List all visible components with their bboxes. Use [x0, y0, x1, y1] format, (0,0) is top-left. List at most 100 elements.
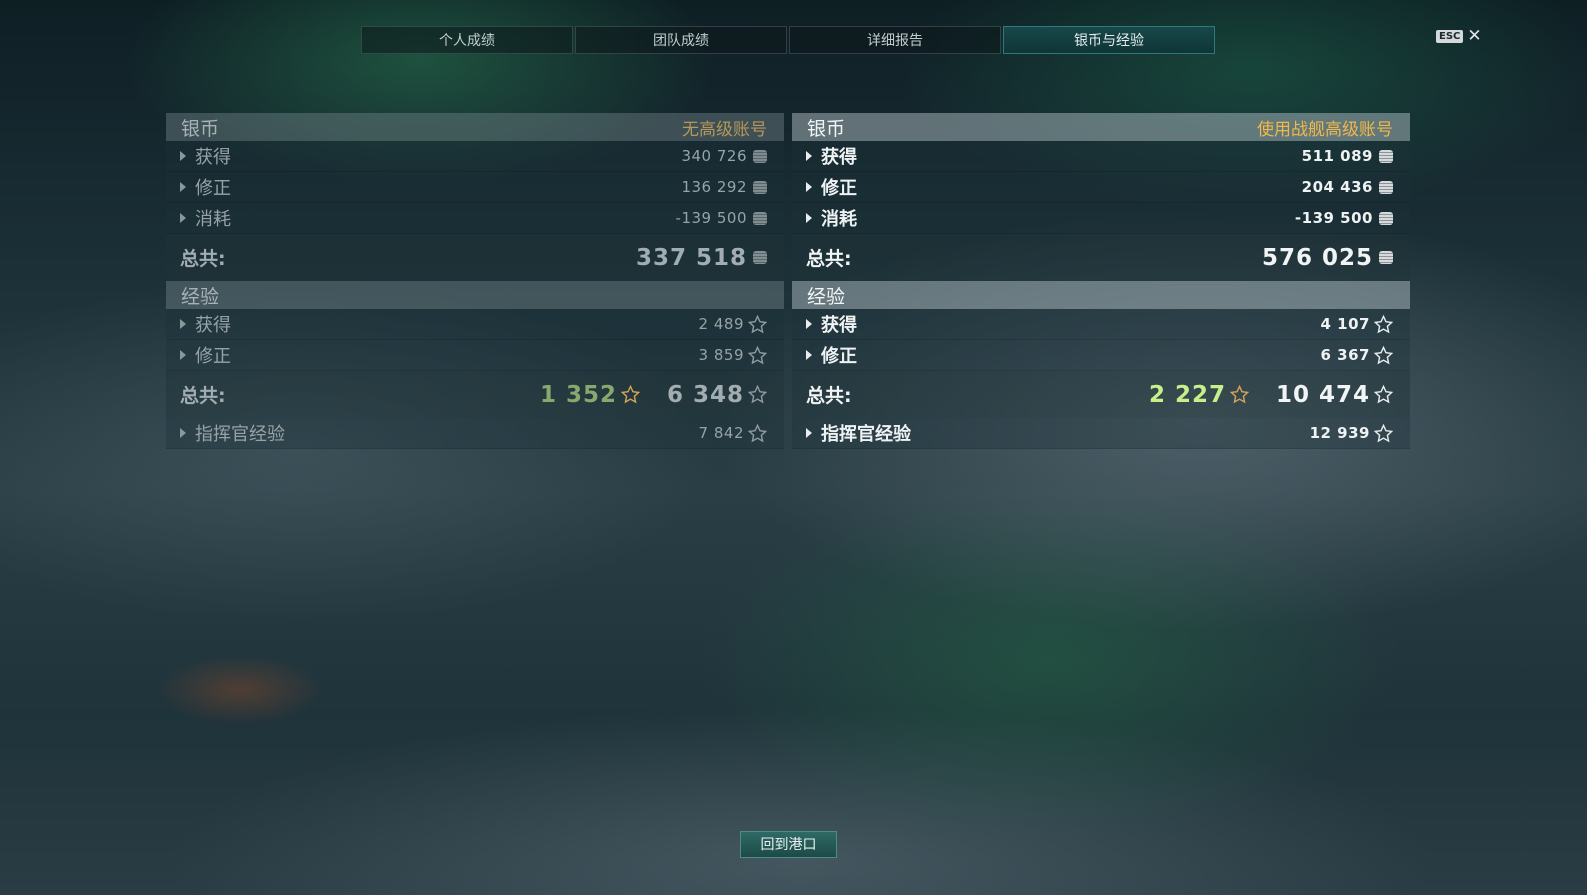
credits-total-row: 总共: 337 518: [166, 234, 784, 281]
row-value: 2 489: [698, 315, 744, 333]
tab-credits-and-xp[interactable]: 银币与经验: [1003, 26, 1215, 54]
row-value: 6 367: [1320, 346, 1370, 364]
base-xp-value: 2 227: [1148, 381, 1226, 408]
credits-total-value: 337 518: [635, 244, 747, 271]
standard-account-panel: 银币 无高级账号 获得 340 726 修正 136 292 消耗 -139 5…: [166, 113, 784, 449]
xp-total-row: 总共: 1 352 6 348: [166, 371, 784, 418]
esc-key-badge: ESC: [1436, 29, 1464, 43]
esc-close-button[interactable]: ESC ✕: [1436, 28, 1482, 45]
credits-coin-icon: [753, 251, 767, 264]
total-label: 总共:: [806, 248, 852, 270]
xp-row-earned[interactable]: 获得 4 107: [792, 309, 1410, 340]
credits-header: 银币 无高级账号: [166, 113, 784, 141]
expand-arrow-icon[interactable]: [180, 151, 186, 161]
tab-team-results[interactable]: 团队成绩: [575, 26, 787, 54]
expand-arrow-icon[interactable]: [806, 319, 812, 329]
expand-arrow-icon[interactable]: [806, 182, 812, 192]
total-label: 总共:: [180, 248, 226, 270]
xp-header: 经验: [166, 281, 784, 309]
credits-row-modifier[interactable]: 修正 136 292: [166, 172, 784, 203]
star-icon: [1374, 314, 1393, 334]
commander-xp-row[interactable]: 指挥官经验 7 842: [166, 418, 784, 449]
row-label: 指挥官经验: [195, 424, 285, 445]
credits-row-cost[interactable]: 消耗 -139 500: [166, 203, 784, 234]
total-label: 总共:: [180, 385, 226, 407]
return-to-port-button[interactable]: 回到港口: [740, 831, 837, 858]
row-value: -139 500: [675, 209, 747, 227]
commander-xp-row[interactable]: 指挥官经验 12 939: [792, 418, 1410, 449]
row-label: 消耗: [195, 209, 231, 230]
credits-coin-icon: [1379, 251, 1393, 264]
credits-row-modifier[interactable]: 修正 204 436: [792, 172, 1410, 203]
row-label: 获得: [195, 315, 231, 336]
expand-arrow-icon[interactable]: [806, 151, 812, 161]
credits-row-cost[interactable]: 消耗 -139 500: [792, 203, 1410, 234]
credits-coin-icon: [1379, 180, 1393, 194]
expand-arrow-icon[interactable]: [806, 428, 812, 438]
xp-row-earned[interactable]: 获得 2 489: [166, 309, 784, 340]
row-label: 修正: [195, 346, 231, 367]
star-icon: [748, 314, 767, 334]
xp-row-modifier[interactable]: 修正 6 367: [792, 340, 1410, 371]
credits-total-value: 576 025: [1261, 244, 1373, 271]
credits-header: 银币 使用战舰高级账号: [792, 113, 1410, 141]
row-label: 获得: [821, 147, 857, 168]
xp-title: 经验: [181, 285, 220, 308]
star-icon: [1229, 385, 1249, 404]
account-type-label: 使用战舰高级账号: [1257, 119, 1393, 140]
tab-detailed-report[interactable]: 详细报告: [789, 26, 1001, 54]
star-icon: [1374, 385, 1393, 404]
row-label: 修正: [821, 178, 857, 199]
expand-arrow-icon[interactable]: [180, 350, 186, 360]
credits-title: 银币: [807, 117, 846, 140]
credits-coin-icon: [1379, 211, 1393, 225]
expand-arrow-icon[interactable]: [806, 213, 812, 223]
row-value: 204 436: [1301, 178, 1373, 196]
xp-total-value: 6 348: [666, 381, 744, 408]
base-xp-value: 1 352: [539, 381, 617, 408]
credits-coin-icon: [753, 211, 767, 225]
expand-arrow-icon[interactable]: [806, 350, 812, 360]
row-label: 修正: [195, 178, 231, 199]
star-icon: [1374, 345, 1393, 365]
premium-account-panel: 银币 使用战舰高级账号 获得 511 089 修正 204 436 消耗 -13…: [792, 113, 1410, 449]
star-icon: [1374, 423, 1393, 443]
xp-header: 经验: [792, 281, 1410, 309]
row-label: 获得: [821, 315, 857, 336]
credits-row-earned[interactable]: 获得 340 726: [166, 141, 784, 172]
total-label: 总共:: [806, 385, 852, 407]
xp-total-row: 总共: 2 227 10 474: [792, 371, 1410, 418]
credits-coin-icon: [753, 180, 767, 194]
expand-arrow-icon[interactable]: [180, 428, 186, 438]
row-label: 消耗: [821, 209, 857, 230]
row-label: 指挥官经验: [821, 424, 911, 445]
row-value: 4 107: [1320, 315, 1370, 333]
row-value: 340 726: [681, 147, 747, 165]
row-label: 获得: [195, 147, 231, 168]
star-icon: [748, 345, 767, 365]
star-icon: [748, 385, 767, 404]
row-value: 7 842: [698, 424, 744, 442]
base-xp: 1 352: [540, 382, 640, 408]
credits-total-row: 总共: 576 025: [792, 234, 1410, 281]
expand-arrow-icon[interactable]: [180, 213, 186, 223]
close-icon[interactable]: ✕: [1467, 28, 1481, 45]
xp-row-modifier[interactable]: 修正 3 859: [166, 340, 784, 371]
expand-arrow-icon[interactable]: [180, 182, 186, 192]
account-type-label: 无高级账号: [682, 119, 767, 140]
expand-arrow-icon[interactable]: [180, 319, 186, 329]
xp-title: 经验: [807, 285, 846, 308]
credits-coin-icon: [753, 149, 767, 163]
tab-personal-results[interactable]: 个人成绩: [361, 26, 573, 54]
row-value: 12 939: [1309, 424, 1370, 442]
base-xp: 2 227: [1149, 382, 1249, 408]
xp-total-value: 10 474: [1275, 381, 1370, 408]
credits-row-earned[interactable]: 获得 511 089: [792, 141, 1410, 172]
credits-title: 银币: [181, 117, 220, 140]
star-icon: [748, 423, 767, 443]
row-value: 3 859: [698, 346, 744, 364]
star-icon: [620, 385, 640, 404]
tab-bar: 个人成绩 团队成绩 详细报告 银币与经验: [361, 26, 1215, 54]
credits-coin-icon: [1379, 149, 1393, 163]
row-value: 511 089: [1301, 147, 1373, 165]
